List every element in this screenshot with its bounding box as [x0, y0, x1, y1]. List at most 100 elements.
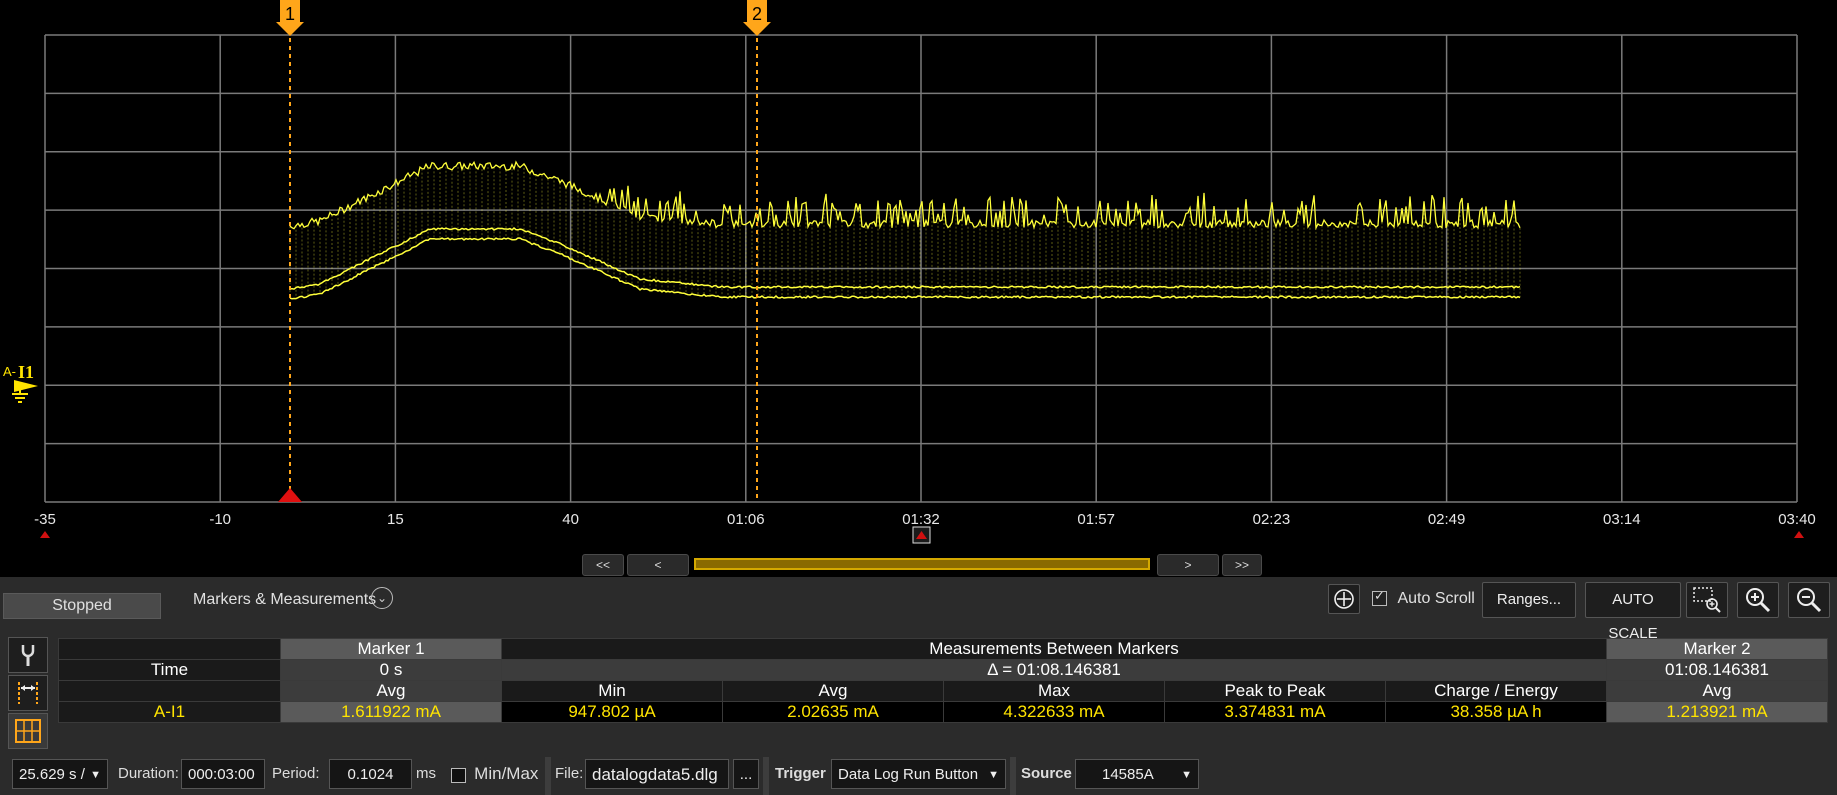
axis-start-arrow-icon: [40, 531, 50, 538]
markers-tool-button[interactable]: [8, 675, 48, 711]
x-tick-label: 02:23: [1253, 511, 1291, 528]
current-traces: [289, 160, 1521, 300]
file-label: File:: [555, 765, 584, 782]
period-field[interactable]: 0.1024: [329, 759, 412, 789]
markers-measurements-label[interactable]: Markers & Measurements: [193, 590, 376, 610]
max-value: 4.322633 mA: [943, 701, 1165, 723]
between-markers-header: Measurements Between Markers: [501, 638, 1607, 660]
channel-row-label: A-I1: [58, 701, 281, 723]
dropdown-arrow-icon: ▼: [90, 769, 101, 781]
col-min: Min: [501, 680, 723, 702]
scroll-to-now-button[interactable]: [912, 526, 931, 544]
period-label: Period:: [272, 765, 320, 782]
empty-cell: [58, 680, 281, 702]
col-peak-to-peak: Peak to Peak: [1164, 680, 1386, 702]
x-tick-label: 01:57: [1077, 511, 1115, 528]
source-label: Source: [1021, 765, 1072, 782]
scroll-position-bar[interactable]: [694, 558, 1150, 570]
source-select[interactable]: 14585A ▼: [1075, 759, 1199, 789]
markers-icon: [18, 682, 38, 704]
dropdown-arrow-icon: ▼: [1181, 769, 1192, 781]
col-max: Max: [943, 680, 1165, 702]
min-value: 947.802 µA: [501, 701, 723, 723]
nav-last-button[interactable]: >>: [1222, 554, 1262, 576]
check-icon: ✓: [1374, 588, 1385, 604]
avg-trace: [289, 226, 1521, 290]
axis-end-arrow-icon: [1794, 531, 1804, 538]
plot-grid: [44, 34, 1798, 503]
corner-cell: [58, 638, 281, 660]
channel-prefix: A-: [3, 364, 16, 379]
x-tick-label: -10: [209, 511, 231, 528]
auto-scroll-label: Auto Scroll: [1397, 590, 1475, 607]
timebase-value: 25.629 s /: [19, 766, 85, 783]
grid-icon: [15, 719, 41, 743]
separator: [545, 757, 551, 795]
charge-energy-value: 38.358 µA h: [1385, 701, 1607, 723]
crosshair-plus-icon: [1334, 589, 1354, 609]
datalog-plot[interactable]: -35 -10 15 40 01:06 01:32 01:57 02:23 02:49 03:14…: [0, 0, 1837, 580]
nav-first-button[interactable]: <<: [582, 554, 624, 576]
x-tick-label: 01:06: [727, 511, 765, 528]
marker1-time: 0 s: [280, 659, 502, 681]
trigger-label: Trigger: [775, 765, 826, 782]
ranges-button[interactable]: Ranges...: [1482, 582, 1576, 618]
marker2-header: Marker 2: [1606, 638, 1828, 660]
nav-next-button[interactable]: >: [1157, 554, 1219, 576]
x-tick-label: 03:14: [1603, 511, 1641, 528]
nav-prev-button[interactable]: <: [627, 554, 689, 576]
table-columns-row: Avg Min Avg Max Peak to Peak Charge / En…: [58, 680, 1828, 702]
x-tick-label: 01:32: [902, 511, 940, 528]
settings-bar: 25.629 s / ▼ Duration: 000:03:00 Period:…: [0, 757, 1837, 795]
grid-tool-button[interactable]: [8, 713, 48, 749]
minmax-toggle[interactable]: Min/Max: [451, 759, 538, 789]
x-tick-label: 02:49: [1428, 511, 1466, 528]
x-tick-label: 15: [387, 511, 404, 528]
marker2-time: 01:08.146381: [1606, 659, 1828, 681]
add-marker-button[interactable]: [1328, 584, 1360, 614]
table-header-row: Marker 1 Measurements Between Markers Ma…: [58, 638, 1828, 660]
browse-button[interactable]: ...: [733, 759, 759, 789]
file-field[interactable]: datalogdata5.dlg: [585, 759, 729, 789]
duration-label: Duration:: [118, 765, 179, 782]
duration-field[interactable]: 000:03:00: [181, 759, 265, 789]
minmax-checkbox[interactable]: [451, 767, 466, 783]
minmax-label: Min/Max: [474, 764, 539, 783]
separator: [1010, 757, 1016, 795]
col-avg: Avg: [722, 680, 944, 702]
marker-2-label: 2: [752, 4, 762, 24]
col-charge-energy: Charge / Energy: [1385, 680, 1607, 702]
zoom-out-button[interactable]: [1788, 582, 1830, 618]
x-axis-ticks: -35 -10 15 40 01:06 01:32 01:57 02:23 02:49 03:14…: [34, 511, 1816, 528]
marker-2[interactable]: 2: [743, 0, 771, 502]
measurements-table: Marker 1 Measurements Between Markers Ma…: [58, 638, 1828, 723]
period-unit: ms: [416, 765, 436, 782]
marker2-col-avg: Avg: [1606, 680, 1828, 702]
trigger-select[interactable]: Data Log Run Button ▼: [831, 759, 1006, 789]
channel-indicator[interactable]: A- I1: [3, 362, 38, 403]
zoom-in-icon: [1746, 588, 1771, 613]
marker1-avg-value: 1.611922 mA: [280, 701, 502, 723]
auto-scroll-toggle[interactable]: ✓ Auto Scroll: [1372, 588, 1475, 608]
table-time-row: Time 0 s Δ = 01:08.146381 01:08.146381: [58, 659, 1828, 681]
timebase-select[interactable]: 25.629 s / ▼: [12, 759, 108, 789]
auto-scroll-checkbox[interactable]: ✓: [1372, 588, 1387, 607]
marker1-header: Marker 1: [280, 638, 502, 660]
channel-name: I1: [18, 362, 34, 382]
separator: [763, 757, 769, 795]
table-channel-row: A-I1 1.611922 mA 947.802 µA 2.02635 mA 4…: [58, 701, 1828, 723]
zoom-box-icon: [1693, 587, 1721, 613]
trigger-value: Data Log Run Button: [838, 766, 979, 783]
marker-1-label: 1: [285, 4, 295, 24]
run-status: Stopped: [3, 593, 161, 619]
probe-icon: [21, 645, 35, 666]
time-row-label: Time: [58, 659, 281, 681]
probe-tool-button[interactable]: [8, 637, 48, 673]
zoom-box-button[interactable]: [1686, 582, 1728, 618]
chevron-down-icon[interactable]: ⌄: [371, 587, 393, 609]
max-trace: [289, 160, 1521, 231]
auto-scale-button[interactable]: AUTO SCALE: [1585, 582, 1681, 642]
delta-time: Δ = 01:08.146381: [501, 659, 1607, 681]
zoom-in-button[interactable]: [1737, 582, 1779, 618]
x-tick-label: 03:40: [1778, 511, 1816, 528]
